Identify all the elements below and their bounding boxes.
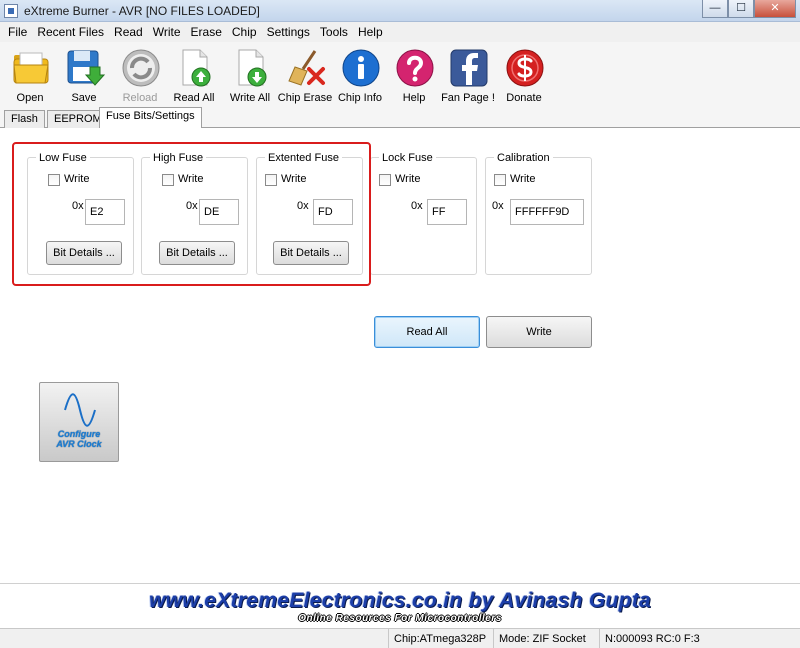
tab-fuse-bits-settings[interactable]: Fuse Bits/Settings <box>99 107 202 129</box>
calibration-group: Calibration Write 0x <box>485 152 592 275</box>
calibration-hex-prefix: 0x <box>492 200 504 212</box>
lock-fuse-value-input[interactable] <box>427 199 467 225</box>
configure-avr-clock-button[interactable]: Configure AVR Clock <box>39 382 119 462</box>
sine-wave-icon <box>64 393 96 427</box>
lock-fuse-write-label: Write <box>395 173 421 185</box>
donate-button[interactable]: Donate <box>496 45 552 105</box>
title-bar: eXtreme Burner - AVR [NO FILES LOADED] —… <box>0 0 800 22</box>
menu-tools[interactable]: Tools <box>315 22 353 42</box>
banner-website-text: www.eXtremeElectronics.co.in by Avinash … <box>148 589 652 612</box>
app-icon <box>4 4 18 18</box>
broom-erase-icon <box>288 50 325 86</box>
document-read-icon <box>182 49 211 87</box>
menu-file[interactable]: File <box>3 22 32 42</box>
website-banner: www.eXtremeElectronics.co.in by Avinash … <box>0 583 800 628</box>
save-button[interactable]: Save <box>56 45 112 105</box>
info-icon <box>342 49 380 87</box>
menu-chip[interactable]: Chip <box>227 22 262 42</box>
calibration-value-input[interactable] <box>510 199 584 225</box>
menu-recent-files[interactable]: Recent Files <box>32 22 109 42</box>
tab-strip: Flash EEPROM Fuse Bits/Settings <box>0 106 800 129</box>
menu-write[interactable]: Write <box>148 22 186 42</box>
write-button[interactable]: Write <box>486 316 592 348</box>
menu-bar: File Recent Files Read Write Erase Chip … <box>0 22 800 42</box>
calibration-write-checkbox[interactable] <box>494 174 506 186</box>
lock-fuse-write-checkbox[interactable] <box>379 174 391 186</box>
menu-settings[interactable]: Settings <box>262 22 315 42</box>
write-all-toolbar-button[interactable]: Write All <box>222 45 278 105</box>
banner-subtitle: Online Resources For Microcontrollers <box>298 613 502 624</box>
status-bar: Chip:ATmega328P Mode: ZIF Socket N:00009… <box>0 628 800 648</box>
reload-icon <box>122 49 160 87</box>
lock-fuse-hex-prefix: 0x <box>411 200 423 212</box>
fan-page-button[interactable]: Fan Page ! <box>440 45 496 105</box>
floppy-save-icon <box>67 50 106 86</box>
calibration-write-label: Write <box>510 173 536 185</box>
annotation-highlight <box>12 142 371 286</box>
status-counter: N:000093 RC:0 F:3 <box>599 629 800 648</box>
help-icon <box>396 49 434 87</box>
document-write-icon <box>238 49 267 87</box>
chip-erase-button[interactable]: Chip Erase <box>277 45 333 105</box>
tab-flash[interactable]: Flash <box>4 110 45 128</box>
menu-help[interactable]: Help <box>353 22 388 42</box>
status-mode: Mode: ZIF Socket <box>493 629 599 648</box>
read-all-toolbar-button[interactable]: Read All <box>166 45 222 105</box>
configure-clock-label: Configure AVR Clock <box>56 429 102 449</box>
window-title: eXtreme Burner - AVR [NO FILES LOADED] <box>24 4 260 18</box>
status-chip: Chip:ATmega328P <box>388 629 493 648</box>
dollar-donate-icon <box>506 49 544 87</box>
menu-erase[interactable]: Erase <box>186 22 227 42</box>
toolbar: Open Save Reload Read All Write All Chip… <box>0 42 800 106</box>
menu-read[interactable]: Read <box>109 22 148 42</box>
maximize-button[interactable]: ☐ <box>728 0 754 18</box>
window-controls: — ☐ ✕ <box>702 0 796 18</box>
facebook-icon <box>450 49 488 87</box>
close-button[interactable]: ✕ <box>754 0 796 18</box>
minimize-button[interactable]: — <box>702 0 728 18</box>
read-all-button[interactable]: Read All <box>374 316 480 348</box>
lock-fuse-group: Lock Fuse Write 0x <box>370 152 477 275</box>
folder-open-icon <box>13 52 49 84</box>
lock-fuse-title: Lock Fuse <box>379 152 436 164</box>
calibration-title: Calibration <box>494 152 553 164</box>
